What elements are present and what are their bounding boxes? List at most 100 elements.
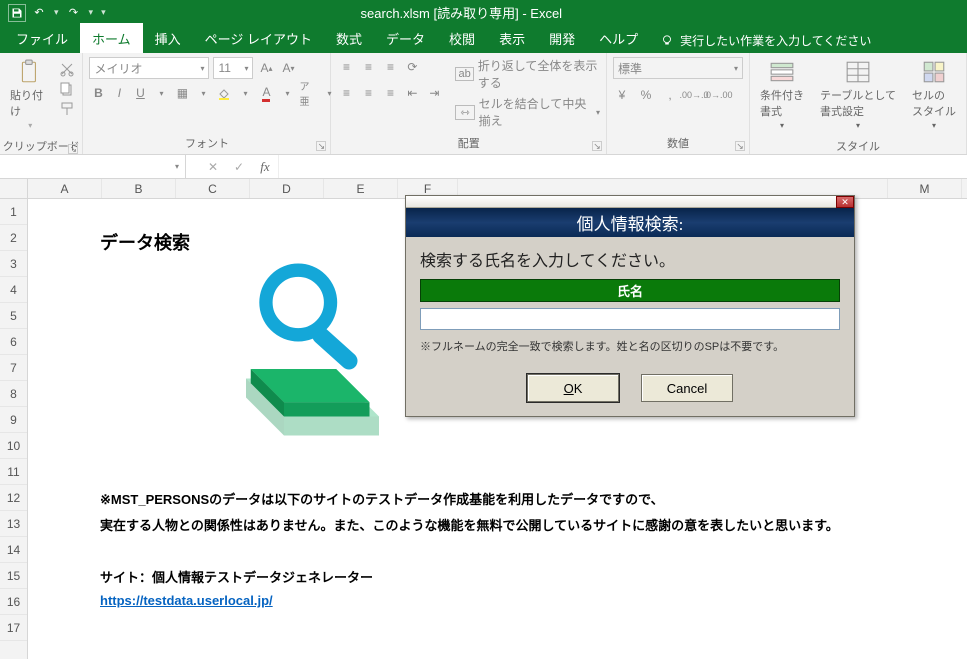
dialog-launcher-icon[interactable]: ↘ <box>68 144 78 154</box>
align-right-icon[interactable]: ≡ <box>381 83 399 103</box>
col-header-c[interactable]: C <box>176 179 250 198</box>
row-header[interactable]: 9 <box>0 407 27 433</box>
percent-icon[interactable]: % <box>637 85 655 105</box>
cancel-formula-icon[interactable]: ✕ <box>200 160 226 174</box>
font-size-combo[interactable]: 11▾ <box>213 57 253 79</box>
menu-formulas[interactable]: 数式 <box>324 23 374 53</box>
format-painter-icon[interactable] <box>58 101 76 117</box>
menu-page-layout[interactable]: ページ レイアウト <box>193 23 324 53</box>
row-header[interactable]: 11 <box>0 459 27 485</box>
save-icon[interactable] <box>8 4 26 22</box>
dropdown-icon[interactable]: ▾ <box>194 83 212 103</box>
font-name-combo[interactable]: メイリオ▾ <box>89 57 209 79</box>
row-header[interactable]: 10 <box>0 433 27 459</box>
formula-input[interactable] <box>278 155 967 178</box>
align-top-icon[interactable]: ≡ <box>337 57 355 77</box>
enter-formula-icon[interactable]: ✓ <box>226 160 252 174</box>
currency-icon[interactable]: ¥ <box>613 85 631 105</box>
row-header[interactable]: 15 <box>0 563 27 589</box>
increase-indent-icon[interactable]: ⇥ <box>425 83 443 103</box>
undo-icon[interactable]: ↶ <box>30 4 48 22</box>
fill-color-icon[interactable] <box>215 83 233 103</box>
insert-function-icon[interactable]: fx <box>252 159 278 175</box>
search-graphic-icon[interactable] <box>208 255 398 445</box>
decrease-decimal-icon[interactable]: .0→.00 <box>709 85 727 105</box>
italic-button[interactable]: I <box>110 83 128 103</box>
align-middle-icon[interactable]: ≡ <box>359 57 377 77</box>
comma-icon[interactable]: , <box>661 85 679 105</box>
col-header-b[interactable]: B <box>102 179 176 198</box>
menu-help[interactable]: ヘルプ <box>587 23 650 53</box>
redo-icon[interactable]: ↷ <box>65 4 83 22</box>
close-button[interactable]: ✕ <box>836 196 854 208</box>
increase-decimal-icon[interactable]: .00→.0 <box>685 85 703 105</box>
col-header-a[interactable]: A <box>28 179 102 198</box>
menu-file[interactable]: ファイル <box>4 23 80 53</box>
chevron-down-icon: ▾ <box>240 64 248 73</box>
dialog-launcher-icon[interactable]: ↘ <box>316 141 326 151</box>
qat-customize-icon[interactable]: ▾ <box>99 7 108 18</box>
row-header[interactable]: 8 <box>0 381 27 407</box>
row-header[interactable]: 14 <box>0 537 27 563</box>
row-header[interactable]: 1 <box>0 199 27 225</box>
dialog-prompt: 検索する氏名を入力してください。 <box>420 247 840 271</box>
underline-button[interactable]: U <box>131 83 149 103</box>
cell-styles-icon <box>921 59 947 85</box>
font-group-label: フォント↘ <box>83 133 330 154</box>
row-header[interactable]: 17 <box>0 615 27 641</box>
dialog-launcher-icon[interactable]: ↘ <box>735 141 745 151</box>
row-header[interactable]: 3 <box>0 251 27 277</box>
paste-button[interactable]: 貼り付け ▾ <box>6 57 54 132</box>
undo-dropdown-icon[interactable]: ▾ <box>52 7 61 18</box>
menu-data[interactable]: データ <box>374 23 437 53</box>
ok-button[interactable]: OK <box>527 374 619 402</box>
menu-review[interactable]: 校閲 <box>437 23 487 53</box>
row-header[interactable]: 13 <box>0 511 27 537</box>
site-link[interactable]: https://testdata.userlocal.jp/ <box>100 593 273 608</box>
dropdown-icon[interactable]: ▾ <box>236 83 254 103</box>
col-header-d[interactable]: D <box>250 179 324 198</box>
format-as-table-button[interactable]: テーブルとして 書式設定 ▾ <box>816 57 900 132</box>
col-header-e[interactable]: E <box>324 179 398 198</box>
col-header-m[interactable]: M <box>888 179 962 198</box>
row-header[interactable]: 4 <box>0 277 27 303</box>
row-header[interactable]: 6 <box>0 329 27 355</box>
row-header[interactable]: 2 <box>0 225 27 251</box>
dropdown-icon[interactable]: ▾ <box>152 83 170 103</box>
redo-dropdown-icon[interactable]: ▾ <box>87 7 96 18</box>
menu-insert[interactable]: 挿入 <box>143 23 193 53</box>
name-box[interactable]: ▾ <box>0 155 186 178</box>
row-header[interactable]: 16 <box>0 589 27 615</box>
decrease-indent-icon[interactable]: ⇤ <box>403 83 421 103</box>
menu-home[interactable]: ホーム <box>80 23 143 53</box>
name-input[interactable] <box>420 308 840 330</box>
cell-styles-button[interactable]: セルの スタイル ▾ <box>908 57 960 132</box>
menu-view[interactable]: 表示 <box>487 23 537 53</box>
copy-icon[interactable] <box>58 81 76 97</box>
phonetic-icon[interactable]: ア亜 <box>299 83 317 103</box>
row-header[interactable]: 12 <box>0 485 27 511</box>
row-header[interactable]: 5 <box>0 303 27 329</box>
decrease-font-icon[interactable]: A▾ <box>279 58 297 78</box>
orientation-icon[interactable]: ⟳ <box>403 57 421 77</box>
align-bottom-icon[interactable]: ≡ <box>381 57 399 77</box>
merge-center-button[interactable]: ⇿ セルを結合して中央揃え ▾ <box>455 95 600 129</box>
dialog-launcher-icon[interactable]: ↘ <box>592 141 602 151</box>
ribbon: 貼り付け ▾ クリップボード↘ メイリオ▾ 11▾ A▴ A▾ B <box>0 53 967 155</box>
select-all-corner[interactable] <box>0 179 28 199</box>
row-header[interactable]: 7 <box>0 355 27 381</box>
font-color-icon[interactable]: A <box>257 83 275 103</box>
conditional-formatting-button[interactable]: 条件付き 書式 ▾ <box>756 57 808 132</box>
border-icon[interactable]: ▦ <box>173 83 191 103</box>
align-center-icon[interactable]: ≡ <box>359 83 377 103</box>
increase-font-icon[interactable]: A▴ <box>257 58 275 78</box>
dropdown-icon[interactable]: ▾ <box>278 83 296 103</box>
cancel-button[interactable]: Cancel <box>641 374 733 402</box>
number-format-combo[interactable]: 標準▾ <box>613 57 743 79</box>
bold-button[interactable]: B <box>89 83 107 103</box>
menu-developer[interactable]: 開発 <box>537 23 587 53</box>
wrap-text-button[interactable]: ab 折り返して全体を表示する <box>455 57 600 91</box>
cut-icon[interactable] <box>58 61 76 77</box>
align-left-icon[interactable]: ≡ <box>337 83 355 103</box>
tell-me-search[interactable]: 実行したい作業を入力してください <box>650 28 881 53</box>
